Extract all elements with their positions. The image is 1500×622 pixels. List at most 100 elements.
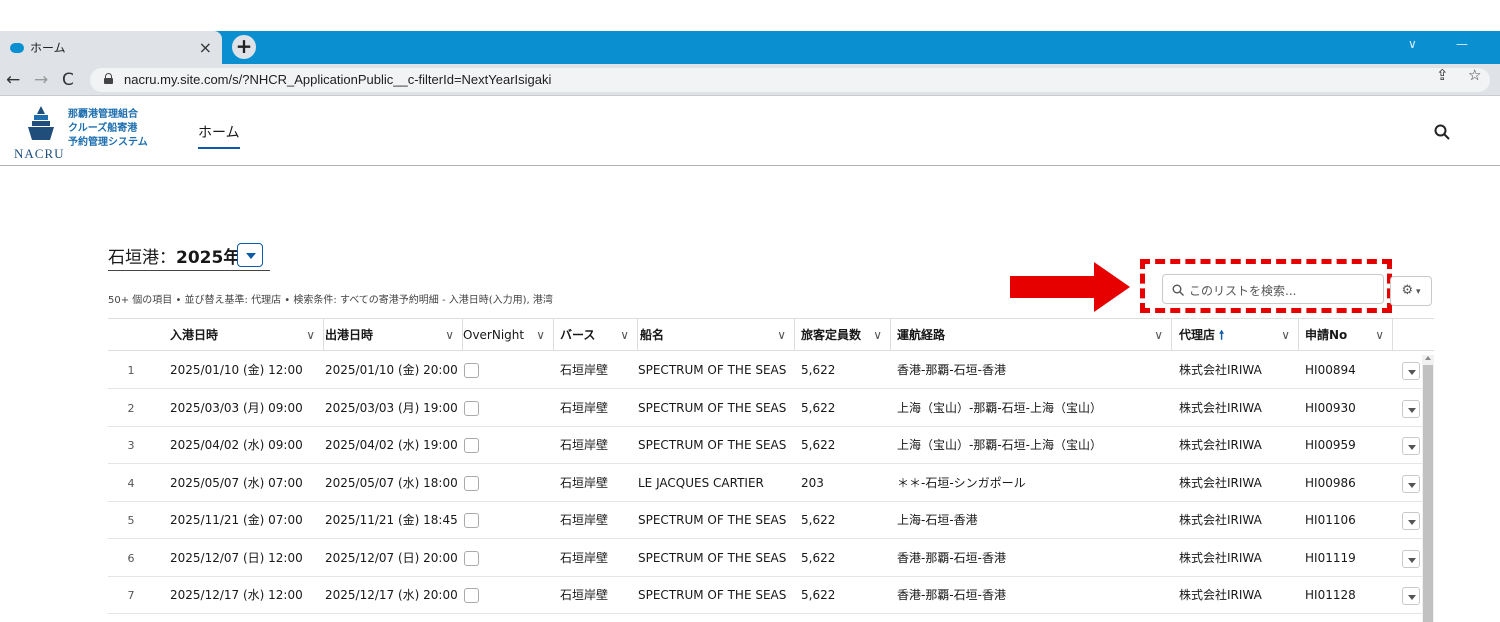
overnight-checkbox[interactable]: [464, 588, 479, 603]
back-arrow-icon[interactable]: ←: [6, 70, 20, 90]
table-row[interactable]: 7 2025/12/17 (水) 12:00 2025/12/17 (水) 20:0…: [108, 577, 1434, 614]
forward-arrow-icon[interactable]: →: [34, 70, 48, 90]
list-view-switcher-button[interactable]: [237, 243, 263, 267]
row-action-menu-button[interactable]: [1402, 399, 1420, 418]
new-tab-button[interactable]: +: [232, 35, 256, 59]
address-bar[interactable]: nacru.my.site.com/s/?NHCR_ApplicationPub…: [90, 68, 1490, 92]
cell-route: 上海（宝山）-那覇-石垣-上海（宝山）: [897, 438, 1102, 452]
cell-ship-name[interactable]: SPECTRUM OF THE SEAS: [630, 502, 786, 539]
row-action-menu-button[interactable]: [1402, 512, 1420, 530]
cell-route: 香港-那覇-石垣-香港: [897, 363, 1006, 377]
chevron-down-icon[interactable]: ∨: [873, 319, 882, 351]
cell-application-no[interactable]: HI01128: [1297, 577, 1356, 614]
scrollbar-thumb[interactable]: [1423, 365, 1433, 622]
row-action-menu-button[interactable]: [1402, 549, 1420, 568]
share-icon[interactable]: ⇪: [1436, 66, 1449, 84]
column-header-berth[interactable]: バース ∨: [552, 319, 638, 351]
overnight-checkbox[interactable]: [464, 550, 479, 566]
chevron-down-icon[interactable]: ∨: [620, 319, 629, 351]
cell-berth: 石垣岸壁: [560, 363, 609, 377]
column-header-route[interactable]: 運航経路 ∨: [889, 319, 1172, 351]
table-row[interactable]: 3 2025/04/02 (水) 09:00 2025/04/02 (水) 19:0…: [108, 427, 1434, 464]
table-row[interactable]: 6 2025/12/07 (日) 12:00 2025/12/07 (日) 20:0…: [108, 540, 1434, 577]
list-search-input[interactable]: このリストを検索...: [1162, 274, 1384, 304]
cell-application-no[interactable]: HI01119: [1297, 540, 1356, 577]
cell-capacity: 5,622: [801, 513, 836, 527]
minimize-icon[interactable]: —: [1456, 37, 1468, 51]
overnight-checkbox[interactable]: [464, 363, 479, 378]
red-arrow-annotation: [1010, 262, 1130, 312]
chevron-down-icon[interactable]: ∨: [777, 319, 786, 351]
overnight-checkbox[interactable]: [464, 400, 479, 416]
cell-application-no[interactable]: HI00930: [1297, 390, 1356, 427]
chevron-down-icon[interactable]: ∨: [1408, 37, 1417, 51]
column-header-agent[interactable]: 代理店 🠕 ∨: [1171, 319, 1299, 351]
cell-capacity: 5,622: [801, 363, 836, 377]
row-number: 4: [127, 476, 135, 490]
column-header-departure[interactable]: 出港日時 ∨: [317, 319, 463, 351]
logo-text: NACRU: [14, 146, 65, 161]
search-icon: [1172, 284, 1184, 296]
table-row[interactable]: 4 2025/05/07 (水) 07:00 2025/05/07 (水) 18:0…: [108, 465, 1434, 502]
search-placeholder: このリストを検索...: [1189, 284, 1297, 298]
table-row[interactable]: 1 2025/01/10 (金) 12:00 2025/01/10 (金) 20:0…: [108, 352, 1434, 389]
row-action-menu-button[interactable]: [1402, 362, 1420, 380]
chevron-down-icon: [246, 253, 256, 259]
cell-agent: 株式会社IRIWA: [1179, 588, 1262, 602]
reload-icon[interactable]: C: [62, 70, 74, 90]
chevron-down-icon[interactable]: ∨: [1154, 319, 1163, 351]
chevron-down-icon[interactable]: ∨: [536, 319, 545, 351]
cell-ship-name[interactable]: SPECTRUM OF THE SEAS: [630, 540, 786, 577]
cell-application-no[interactable]: HI00894: [1297, 352, 1356, 389]
overnight-checkbox[interactable]: [464, 475, 479, 491]
cell-application-no[interactable]: HI00959: [1297, 427, 1356, 464]
chevron-down-icon[interactable]: ∨: [1375, 319, 1384, 351]
nav-home-link[interactable]: ホーム: [198, 122, 240, 149]
scroll-up-arrow[interactable]: [1425, 356, 1431, 360]
cell-ship-name[interactable]: SPECTRUM OF THE SEAS: [630, 390, 786, 427]
list-view-title-prefix: 石垣港：: [108, 248, 176, 268]
chevron-down-icon[interactable]: ∨: [445, 319, 454, 351]
url-text[interactable]: nacru.my.site.com/s/?NHCR_ApplicationPub…: [124, 72, 551, 87]
cell-arrival: 2025/12/17 (水) 12:00: [170, 588, 303, 602]
row-action-menu-button[interactable]: [1402, 474, 1420, 493]
cell-application-no[interactable]: HI01106: [1297, 502, 1356, 539]
ship-icon: [28, 106, 54, 140]
column-header-ship[interactable]: 船名 ∨: [632, 319, 795, 351]
cell-departure: 2025/12/07 (日) 20:00: [325, 550, 458, 565]
row-action-menu-button[interactable]: [1402, 587, 1420, 605]
chevron-down-icon: [1408, 370, 1416, 375]
overnight-checkbox[interactable]: [464, 438, 479, 453]
chevron-down-icon[interactable]: ∨: [1281, 319, 1290, 351]
bookmark-star-icon[interactable]: ☆: [1468, 66, 1481, 84]
table-scrollbar[interactable]: [1422, 355, 1434, 622]
list-view-settings-button[interactable]: ⚙ ▾: [1390, 276, 1432, 306]
browser-tab[interactable]: ホーム ×: [0, 31, 222, 64]
nacru-logo[interactable]: NACRU 那覇港管理組合 クルーズ船寄港 予約管理システム: [14, 104, 174, 164]
search-icon[interactable]: [1434, 124, 1450, 140]
close-tab-icon[interactable]: ×: [199, 38, 212, 57]
chevron-down-icon[interactable]: ∨: [306, 319, 315, 351]
column-header-application-no[interactable]: 申請No ∨: [1297, 319, 1393, 351]
cell-route: 上海-石垣-香港: [897, 513, 978, 527]
column-header-arrival[interactable]: 入港日時 ∨: [162, 319, 324, 351]
table-row[interactable]: 5 2025/11/21 (金) 07:00 2025/11/21 (金) 18:4…: [108, 502, 1434, 539]
sort-ascending-icon: 🠕: [1219, 328, 1225, 342]
cell-berth: 石垣岸壁: [560, 550, 609, 565]
table-row[interactable]: 2 2025/03/03 (月) 09:00 2025/03/03 (月) 19:0…: [108, 390, 1434, 427]
overnight-checkbox[interactable]: [464, 513, 479, 528]
cell-application-no[interactable]: HI00986: [1297, 465, 1356, 502]
logo-line: クルーズ船寄港: [68, 123, 138, 134]
row-action-menu-button[interactable]: [1402, 437, 1420, 455]
cell-route: 香港-那覇-石垣-香港: [897, 550, 1006, 565]
cell-ship-name[interactable]: LE JACQUES CARTIER: [630, 465, 764, 502]
cell-agent: 株式会社IRIWA: [1179, 363, 1262, 377]
chevron-down-icon: [1408, 445, 1416, 450]
row-number: 5: [127, 514, 135, 527]
column-header-overnight[interactable]: OverNight ∨: [455, 319, 554, 351]
column-header-capacity[interactable]: 旅客定員数 ∨: [793, 319, 891, 351]
cell-ship-name[interactable]: SPECTRUM OF THE SEAS: [630, 577, 786, 614]
cell-ship-name[interactable]: SPECTRUM OF THE SEAS: [630, 427, 786, 464]
cell-ship-name[interactable]: SPECTRUM OF THE SEAS: [630, 352, 786, 389]
list-view-meta: 50+ 個の項目 • 並び替え基準: 代理店 • 検索条件: すべての寄港予約明…: [108, 295, 553, 306]
